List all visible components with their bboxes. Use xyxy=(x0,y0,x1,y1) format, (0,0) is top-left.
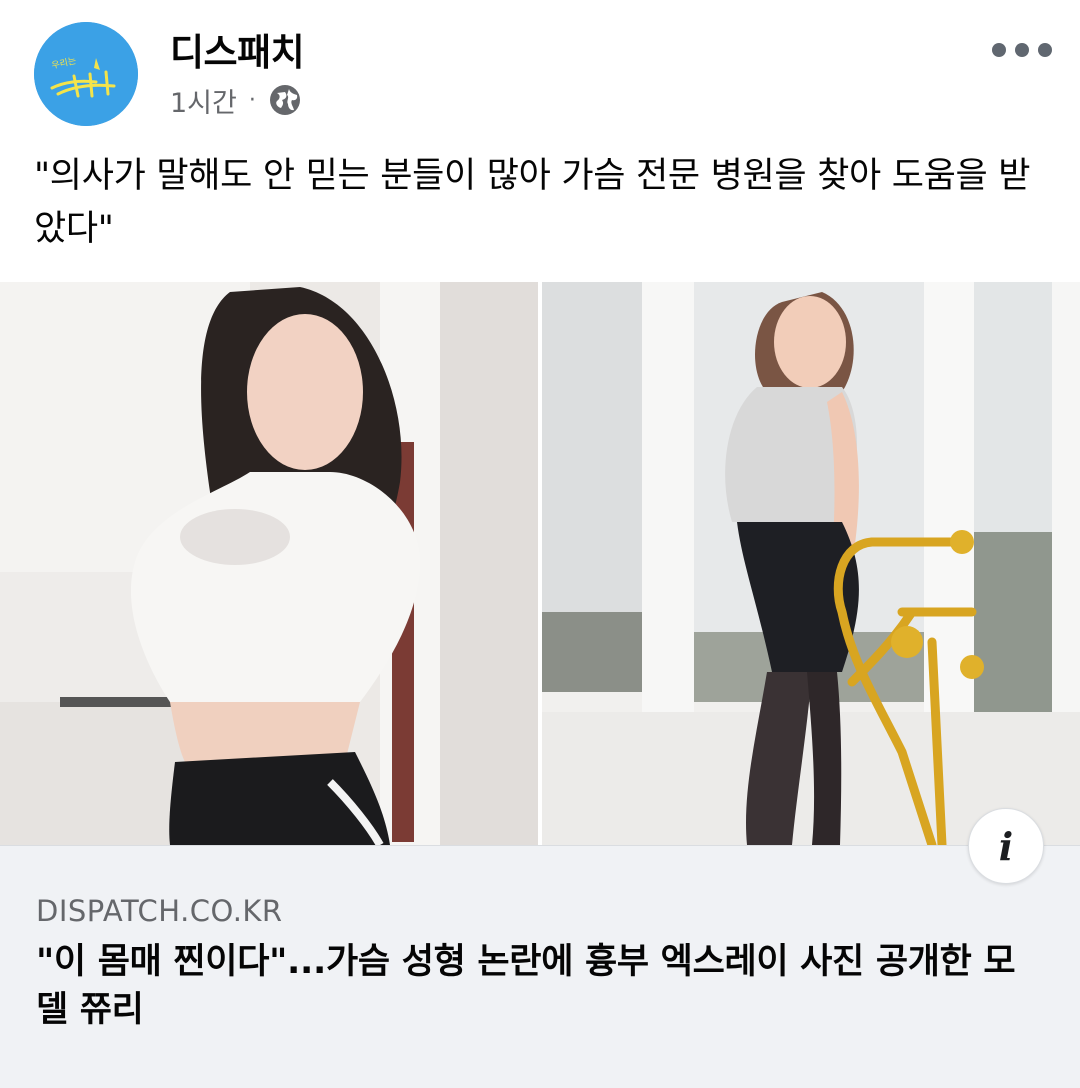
link-title[interactable]: "이 몸매 찐이다"...가슴 성형 논란에 흉부 엑스레이 사진 공개한 모델… xyxy=(36,938,1046,1034)
info-icon: i xyxy=(998,823,1014,869)
page-avatar[interactable]: 우리는 xyxy=(34,22,138,126)
photo-left[interactable] xyxy=(0,282,538,845)
dispatch-logo-icon: 우리는 xyxy=(34,22,138,126)
more-options-button[interactable] xyxy=(992,32,1052,68)
meta-separator: · xyxy=(248,87,256,113)
photo-right[interactable] xyxy=(542,282,1080,845)
page-name[interactable]: 디스패치 xyxy=(170,22,305,76)
more-options-dot xyxy=(1038,43,1052,57)
more-options-dot xyxy=(1015,43,1029,57)
globe-icon[interactable] xyxy=(268,83,302,117)
info-button[interactable]: i xyxy=(968,808,1044,884)
more-options-dot xyxy=(992,43,1006,57)
timestamp[interactable]: 1시간 xyxy=(170,81,237,120)
post-text: "의사가 말해도 안 믿는 분들이 많아 가슴 전문 병원을 찾아 도움을 받았… xyxy=(34,156,1031,249)
link-preview[interactable]: DISPATCH.CO.KR "이 몸매 찐이다"...가슴 성형 논란에 흉부… xyxy=(0,845,1080,1088)
link-domain: DISPATCH.CO.KR xyxy=(36,894,283,928)
post-images[interactable] xyxy=(0,282,1080,845)
post-header: 우리는 디스패치 1시간 · xyxy=(0,0,1080,140)
post-meta: 1시간 · xyxy=(170,81,302,120)
